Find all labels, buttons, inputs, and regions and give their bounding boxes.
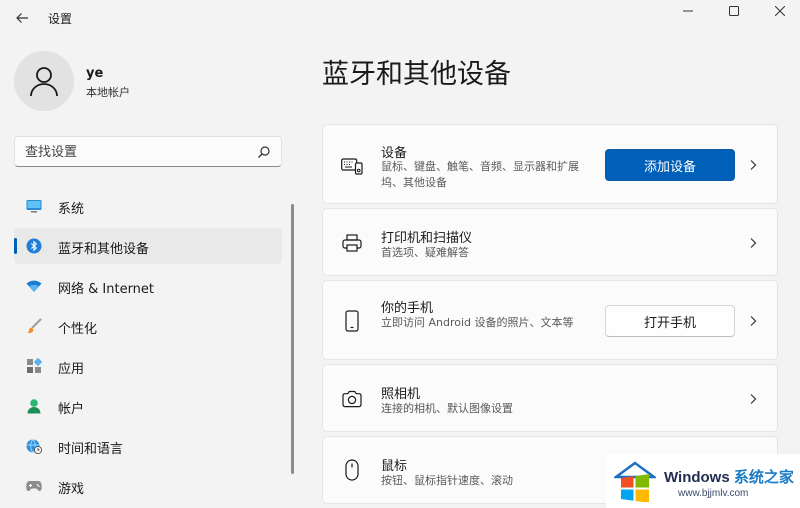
card-description: 按钮、鼠标指针速度、滚动	[381, 474, 513, 487]
close-icon	[775, 6, 785, 16]
app-title: 设置	[48, 12, 73, 26]
person-icon	[26, 398, 42, 414]
watermark-brand: Windows 系统之家	[664, 466, 794, 487]
bluetooth-icon	[26, 238, 42, 254]
sidebar-item-bluetooth[interactable]: 蓝牙和其他设备	[14, 228, 282, 264]
card-title: 你的手机	[381, 301, 434, 316]
brush-icon	[26, 318, 42, 334]
sidebar-item-label: 时间和语言	[58, 442, 124, 457]
devices-card[interactable]: 设备 鼠标、键盘、触笔、音频、显示器和扩展坞、其他设备 添加设备	[322, 124, 778, 204]
watermark-url: www.bjjmlv.com	[678, 488, 749, 499]
printers-card[interactable]: 打印机和扫描仪 首选项、疑难解答	[322, 208, 778, 276]
sidebar-nav: 系统 蓝牙和其他设备 网络 & Internet 个性化 应用 帐户 时间和语言…	[14, 188, 282, 508]
phone-icon	[341, 310, 363, 332]
card-description: 立即访问 Android 设备的照片、文本等	[381, 316, 574, 329]
watermark: Windows 系统之家 www.bjjmlv.com	[606, 454, 800, 508]
devices-icon	[341, 155, 363, 177]
sidebar-item-label: 个性化	[58, 322, 98, 337]
sidebar-item-label: 游戏	[58, 482, 85, 497]
sidebar-item-system[interactable]: 系统	[14, 188, 282, 224]
sidebar-item-label: 系统	[58, 202, 85, 217]
sidebar-item-label: 应用	[58, 362, 85, 377]
back-arrow-icon	[16, 13, 28, 23]
gamepad-icon	[26, 478, 42, 494]
page-title: 蓝牙和其他设备	[322, 59, 511, 90]
card-title: 打印机和扫描仪	[381, 231, 473, 246]
card-description: 连接的相机、默认图像设置	[381, 402, 513, 415]
sidebar-item-personalization[interactable]: 个性化	[14, 308, 282, 344]
your-phone-card[interactable]: 你的手机 立即访问 Android 设备的照片、文本等 打开手机	[322, 280, 778, 360]
search-input[interactable]	[25, 143, 245, 161]
search-icon[interactable]	[257, 145, 271, 159]
minimize-icon	[683, 10, 693, 12]
windows-logo-icon	[614, 461, 656, 502]
camera-icon	[341, 388, 363, 410]
apps-icon	[26, 358, 42, 374]
search-box[interactable]	[14, 136, 282, 167]
mouse-icon	[341, 459, 363, 481]
chevron-right-icon	[750, 394, 757, 404]
user-name: ye	[86, 66, 104, 81]
sidebar-item-time-language[interactable]: 时间和语言	[14, 428, 282, 464]
sidebar-scrollbar[interactable]	[291, 204, 294, 474]
globe-clock-icon	[26, 438, 42, 454]
watermark-brand-cn: 系统之家	[733, 469, 794, 486]
camera-card[interactable]: 照相机 连接的相机、默认图像设置	[322, 364, 778, 432]
close-button[interactable]	[758, 0, 800, 22]
active-indicator	[14, 238, 17, 254]
chevron-right-icon	[750, 316, 757, 326]
watermark-brand-en: Windows	[664, 469, 730, 486]
card-description: 鼠标、键盘、触笔、音频、显示器和扩展坞、其他设备	[381, 160, 579, 189]
minimize-button[interactable]	[666, 0, 710, 22]
wifi-icon	[26, 278, 42, 294]
sidebar-item-network[interactable]: 网络 & Internet	[14, 268, 282, 304]
maximize-icon	[729, 6, 739, 16]
card-title: 鼠标	[381, 459, 408, 474]
sidebar-item-label: 网络 & Internet	[58, 282, 155, 297]
sidebar-item-accounts[interactable]: 帐户	[14, 388, 282, 424]
person-avatar-icon	[30, 67, 58, 97]
sidebar-item-apps[interactable]: 应用	[14, 348, 282, 384]
avatar[interactable]	[14, 51, 74, 111]
add-device-button[interactable]: 添加设备	[605, 149, 735, 181]
title-bar: 设置	[0, 0, 800, 36]
printer-icon	[341, 232, 363, 254]
card-title: 照相机	[381, 387, 421, 402]
monitor-icon	[26, 198, 42, 214]
open-phone-button[interactable]: 打开手机	[605, 305, 735, 337]
card-description: 首选项、疑难解答	[381, 246, 469, 259]
maximize-button[interactable]	[712, 0, 756, 22]
sidebar-item-label: 帐户	[58, 402, 85, 417]
sidebar-item-label: 蓝牙和其他设备	[58, 242, 150, 257]
account-type: 本地帐户	[86, 86, 130, 99]
back-button[interactable]	[10, 6, 34, 30]
chevron-right-icon	[750, 238, 757, 248]
sidebar-item-gaming[interactable]: 游戏	[14, 468, 282, 504]
chevron-right-icon	[750, 160, 757, 170]
